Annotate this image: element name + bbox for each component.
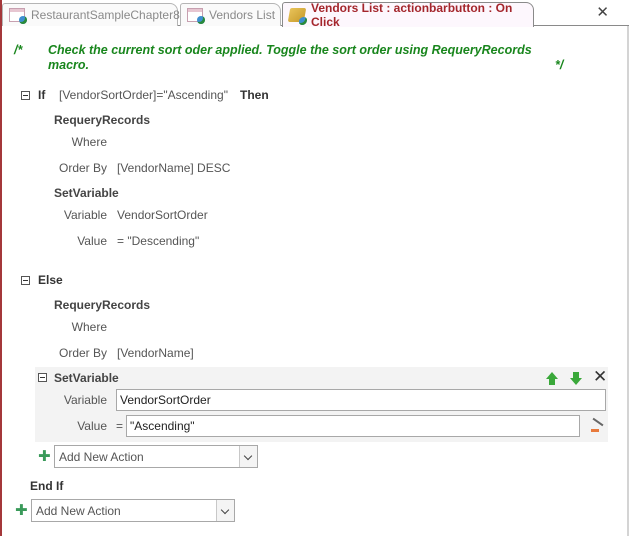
then-keyword: Then [240, 88, 269, 102]
macro-icon [287, 8, 307, 22]
action-set-variable[interactable]: SetVariable [54, 186, 119, 200]
arg-label-where: Where [71, 135, 107, 149]
form-icon [187, 8, 205, 24]
add-new-action-dropdown-else[interactable]: Add New Action [54, 445, 258, 468]
close-tab-icon[interactable]: ✕ [596, 5, 609, 20]
if-condition[interactable]: [VendorSortOrder]="Ascending" [59, 88, 228, 102]
move-up-icon[interactable] [545, 372, 559, 386]
equals-sign: = [116, 419, 124, 433]
action-set-variable[interactable]: SetVariable [54, 371, 119, 385]
arg-value-order-by[interactable]: [VendorName] DESC [117, 161, 230, 175]
arg-label-value: Value [77, 234, 107, 248]
collapse-action-toggle[interactable] [38, 373, 47, 382]
tab-vendors-list-on-click-macro[interactable]: Vendors List : actionbarbutton : On Clic… [282, 1, 534, 29]
comment-text: Check the current sort oder applied. Tog… [48, 43, 532, 72]
tab-label: Vendors List [209, 8, 276, 22]
tab-restaurant-sample-chapter8[interactable]: RestaurantSampleChapter8 [2, 3, 180, 26]
delete-icon[interactable]: ✕ [593, 368, 607, 385]
tab-label: RestaurantSampleChapter8 [31, 8, 180, 22]
tab-label: Vendors List : actionbarbutton : On Clic… [311, 1, 513, 29]
form-icon [9, 8, 27, 24]
variable-input[interactable]: VendorSortOrder [116, 389, 606, 411]
add-new-action-placeholder: Add New Action [36, 504, 121, 518]
plus-icon: ✚ [15, 502, 28, 519]
arg-label-where: Where [71, 320, 107, 334]
macro-designer: /* Check the current sort oder applied. … [2, 27, 627, 536]
collapse-if-toggle[interactable] [21, 91, 30, 100]
arg-value-variable[interactable]: VendorSortOrder [117, 208, 208, 222]
tab-vendors-list[interactable]: Vendors List [180, 3, 281, 26]
chevron-down-icon[interactable] [239, 446, 257, 467]
document-tab-bar: RestaurantSampleChapter8 Vendors List Ve… [2, 0, 629, 29]
plus-icon: ✚ [38, 448, 51, 465]
arg-label-order-by: Order By [58, 161, 107, 175]
arg-label-order-by: Order By [58, 346, 107, 360]
add-new-action-dropdown[interactable]: Add New Action [31, 499, 235, 522]
value-expression-input[interactable]: "Ascending" [126, 415, 580, 437]
chevron-down-icon[interactable] [216, 500, 234, 521]
move-down-icon[interactable] [569, 372, 583, 386]
arg-label-variable: Variable [63, 208, 107, 222]
arg-value-value[interactable]: = "Descending" [117, 234, 199, 248]
arg-label-variable: Variable [63, 393, 107, 407]
action-requery-records[interactable]: RequeryRecords [54, 113, 150, 127]
arg-label-value: Value [77, 419, 107, 433]
end-if-keyword: End If [30, 479, 64, 493]
comment-close: */ [555, 58, 564, 72]
comment-open: /* [14, 43, 23, 57]
collapse-else-toggle[interactable] [21, 276, 30, 285]
add-new-action-placeholder: Add New Action [59, 450, 144, 464]
action-requery-records[interactable]: RequeryRecords [54, 298, 150, 312]
arg-value-order-by[interactable]: [VendorName] [117, 346, 194, 360]
else-keyword: Else [38, 273, 63, 287]
expression-builder-icon[interactable] [590, 419, 606, 433]
if-keyword: If [38, 88, 46, 102]
